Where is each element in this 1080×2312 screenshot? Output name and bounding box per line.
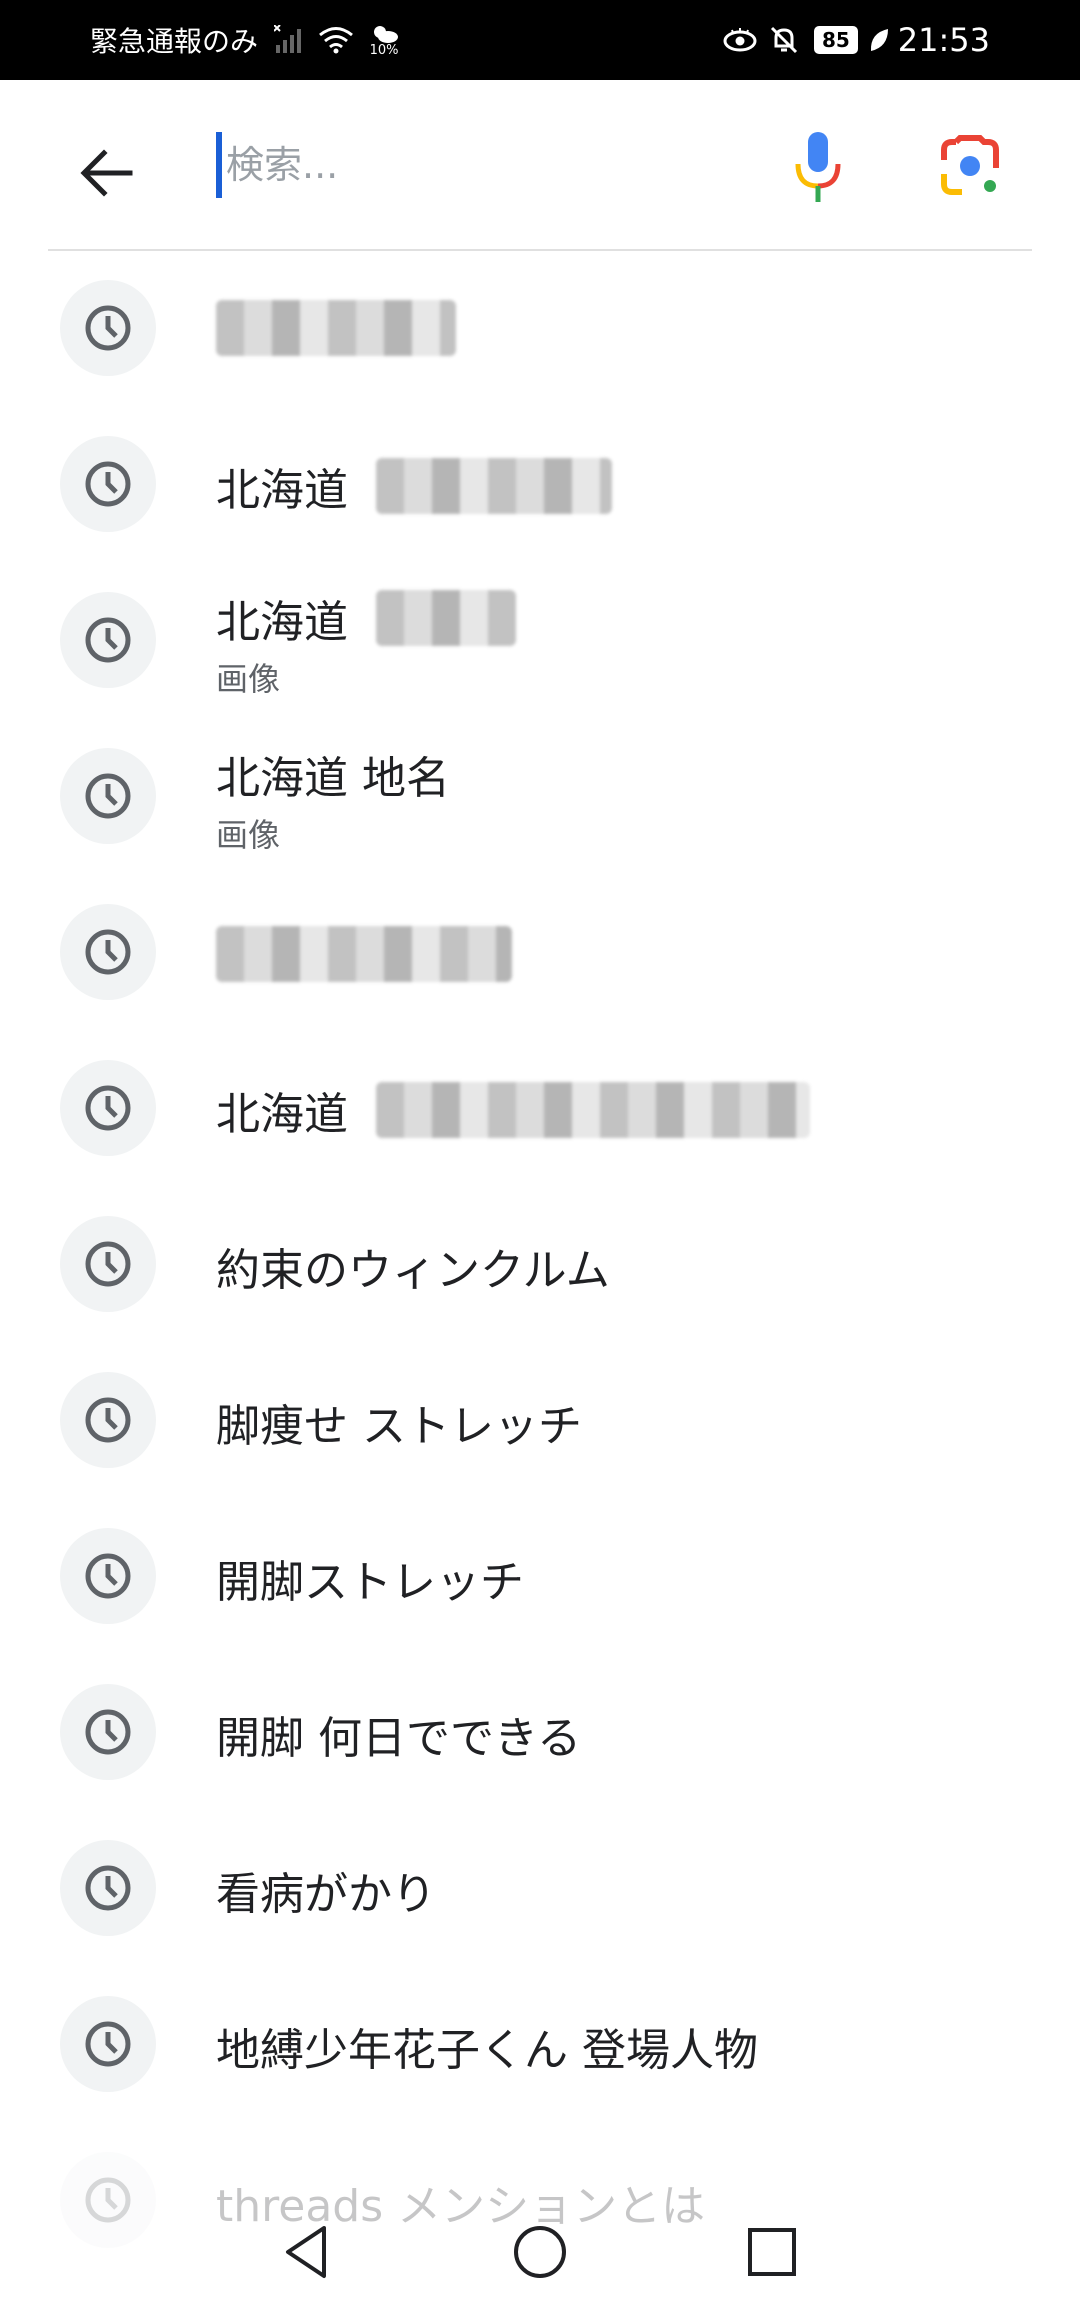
weather-text: 10% <box>369 42 399 58</box>
mic-icon <box>795 132 841 202</box>
status-bar: 緊急通報のみ 10% 85 21:53 <box>0 0 1080 80</box>
history-item-text: 看病がかり <box>216 1869 436 1920</box>
history-item-subtitle: 画像 <box>216 816 281 854</box>
nav-recents-button[interactable] <box>742 2222 802 2282</box>
history-item[interactable]: 脚痩せ ストレッチ <box>0 1342 1080 1498</box>
history-item[interactable]: 約束のウィンクルム <box>0 1186 1080 1342</box>
redacted-text <box>376 458 612 514</box>
redacted-text <box>216 926 512 982</box>
history-item[interactable]: 看病がかり <box>0 1810 1080 1966</box>
square-recents-icon <box>748 2228 796 2276</box>
history-item[interactable]: 地縛少年花子くん 登場人物 <box>0 1966 1080 2122</box>
clock-icon <box>60 1216 156 1312</box>
history-item[interactable]: 北海道 <box>0 406 1080 562</box>
circle-home-icon <box>514 2226 566 2278</box>
history-item[interactable]: 北海道 画像 <box>0 562 1080 718</box>
clock-icon <box>60 1060 156 1156</box>
history-item[interactable]: 北海道 地名 画像 <box>0 718 1080 874</box>
signal-icon <box>274 25 308 55</box>
history-item-text: 約束のウィンクルム <box>216 1245 610 1296</box>
history-item[interactable]: 開脚ストレッチ <box>0 1498 1080 1654</box>
history-item-text: 開脚 何日でできる <box>216 1713 582 1764</box>
history-item-text: 北海道 <box>216 1089 348 1140</box>
search-input[interactable] <box>226 130 746 200</box>
clock-time: 21:53 <box>897 21 990 59</box>
google-lens-button[interactable] <box>938 134 1002 198</box>
clock-icon <box>60 592 156 688</box>
clock-icon <box>60 1996 156 2092</box>
redacted-text <box>376 590 516 646</box>
arrow-back-icon <box>80 149 133 197</box>
nav-back-button[interactable] <box>278 2222 338 2282</box>
history-item-text: 地縛少年花子くん 登場人物 <box>216 2025 758 2076</box>
nav-home-button[interactable] <box>510 2222 570 2282</box>
text-caret <box>216 132 222 198</box>
search-header <box>0 80 1080 251</box>
clock-icon <box>60 280 156 376</box>
back-button[interactable] <box>72 137 144 209</box>
wifi-icon <box>318 26 354 54</box>
clock-icon <box>60 436 156 532</box>
google-lens-icon <box>941 135 999 195</box>
clock-icon <box>60 748 156 844</box>
leaf-icon <box>868 27 890 53</box>
clock-icon <box>60 1840 156 1936</box>
history-item-text: 北海道 地名 <box>216 753 450 804</box>
eye-icon <box>722 27 758 53</box>
history-item[interactable] <box>0 874 1080 1030</box>
battery-indicator: 85 <box>813 26 858 54</box>
history-item-text: 北海道 <box>216 597 348 648</box>
history-item[interactable] <box>0 250 1080 406</box>
clock-icon <box>60 1528 156 1624</box>
clock-icon <box>60 1684 156 1780</box>
navigation-bar <box>0 2200 1080 2312</box>
triangle-back-icon <box>286 2226 326 2278</box>
bell-muted-icon <box>768 24 800 56</box>
carrier-label: 緊急通報のみ <box>90 25 259 58</box>
status-right: 85 21:53 <box>712 0 990 80</box>
clock-icon <box>60 904 156 1000</box>
redacted-text <box>376 1082 810 1138</box>
voice-search-button[interactable] <box>784 128 852 208</box>
history-item[interactable]: 北海道 <box>0 1030 1080 1186</box>
history-item-text: 脚痩せ ストレッチ <box>216 1401 582 1452</box>
clock-icon <box>60 1372 156 1468</box>
redacted-text <box>216 300 456 356</box>
history-item-subtitle: 画像 <box>216 660 281 698</box>
history-item-text: 開脚ストレッチ <box>216 1557 524 1608</box>
history-item-text: 北海道 <box>216 465 348 516</box>
status-left: 緊急通報のみ 10% <box>90 0 400 80</box>
history-item[interactable]: 開脚 何日でできる <box>0 1654 1080 1810</box>
weather-icon: 10% <box>368 24 400 57</box>
